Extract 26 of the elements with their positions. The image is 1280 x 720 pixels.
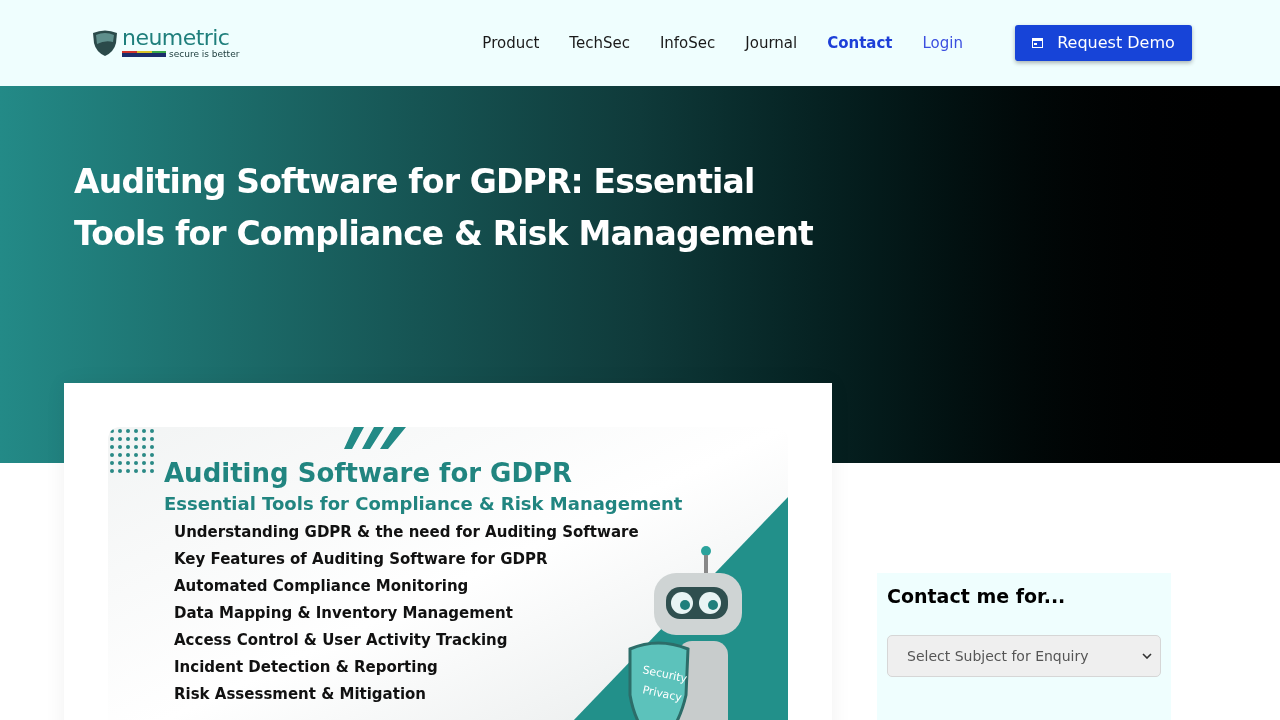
nav-link[interactable]: InfoSec [659, 31, 716, 55]
topic-line: Risk Assessment & Mitigation [174, 684, 427, 705]
subject-select[interactable]: Select Subject for Enquiry [887, 635, 1161, 677]
nav-link[interactable]: Contact [827, 31, 893, 55]
calendar-icon [1032, 38, 1044, 48]
dot-grid-icon [108, 427, 154, 473]
image-subheading: Essential Tools for Compliance & Risk Management [164, 492, 683, 516]
request-demo-button[interactable]: Request Demo [1015, 25, 1192, 61]
logo-tagline: secure is better [169, 49, 240, 59]
topic-line: Key Features of Auditing Software for GDPR [174, 549, 548, 570]
nav-link[interactable]: Journal [745, 31, 798, 55]
nav-link[interactable]: Product [482, 31, 540, 55]
topic-line: Automated Compliance Monitoring [174, 576, 469, 597]
nav-link[interactable]: TechSec [569, 31, 630, 55]
topic-line: Access Control & User Activity Tracking [174, 630, 508, 651]
topic-line: Understanding GDPR & the need for Auditing Software [174, 522, 639, 543]
login-link[interactable]: Login [922, 31, 963, 55]
logo-wordmark: neumetric [122, 27, 231, 49]
image-heading: Auditing Software for GDPR [164, 457, 573, 489]
color-stripe-icon [122, 51, 166, 57]
topic-line: Incident Detection & Reporting [174, 657, 438, 678]
chevron-down-icon [1142, 653, 1152, 659]
contact-heading: Contact me for... [887, 584, 1067, 609]
page-title: Auditing Software for GDPR: Essential Tools for Compliance & Risk Management [74, 161, 815, 255]
shield-logo-icon [92, 29, 118, 57]
topic-line: Data Mapping & Inventory Management [174, 603, 513, 624]
